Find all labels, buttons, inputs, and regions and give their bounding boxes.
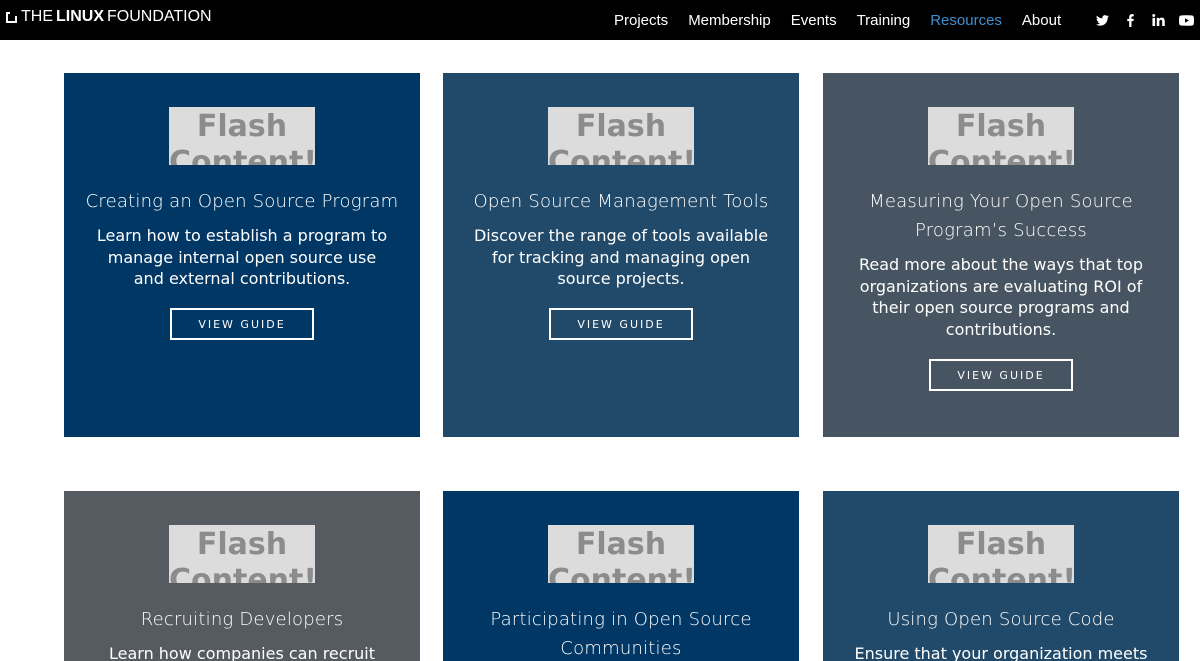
nav-item-projects[interactable]: Projects (614, 12, 668, 29)
nav-item-resources[interactable]: Resources (930, 12, 1002, 29)
card-title: Creating an Open Source Program (85, 191, 399, 212)
top-navigation-bar: THE LINUX FOUNDATION Projects Membership… (0, 0, 1200, 40)
card-title: Recruiting Developers (140, 609, 344, 630)
linux-foundation-logo[interactable]: THE LINUX FOUNDATION (6, 8, 212, 26)
card-description: Learn how to establish a program to mana… (96, 226, 388, 288)
nav-item-about[interactable]: About (1022, 12, 1061, 29)
guide-card-recruiting-developers: Flash Content! Recruiting Developers Lea… (64, 491, 420, 661)
guide-card-using-open-source-code: Flash Content! Using Open Source Code En… (823, 491, 1179, 661)
logo-mark-icon (6, 10, 19, 23)
flash-content-placeholder: Flash Content! (548, 525, 694, 583)
main-nav: Projects Membership Events Training Reso… (604, 0, 1071, 40)
flash-content-placeholder: Flash Content! (928, 525, 1074, 583)
flash-content-placeholder: Flash Content! (548, 107, 694, 165)
flash-content-placeholder: Flash Content! (169, 525, 315, 583)
guide-card-measuring-success: Flash Content! Measuring Your Open Sourc… (823, 73, 1179, 437)
view-guide-button[interactable]: VIEW GUIDE (549, 308, 693, 340)
card-description: Learn how companies can recruit (108, 644, 376, 661)
card-title: Participating in Open Source Communities (490, 609, 752, 659)
social-links (1094, 0, 1200, 40)
nav-item-membership[interactable]: Membership (688, 12, 771, 29)
guide-card-management-tools: Flash Content! Open Source Management To… (443, 73, 799, 437)
twitter-icon[interactable] (1094, 12, 1110, 28)
nav-item-events[interactable]: Events (791, 12, 837, 29)
view-guide-button[interactable]: VIEW GUIDE (170, 308, 314, 340)
flash-content-placeholder: Flash Content! (928, 107, 1074, 165)
youtube-icon[interactable] (1178, 12, 1194, 28)
card-title: Using Open Source Code (887, 609, 1115, 630)
guide-card-creating-program: Flash Content! Creating an Open Source P… (64, 73, 420, 437)
logo-the: THE (21, 8, 53, 25)
facebook-icon[interactable] (1122, 12, 1138, 28)
guide-card-participating-communities: Flash Content! Participating in Open Sou… (443, 491, 799, 661)
logo-foundation: FOUNDATION (107, 8, 212, 25)
card-description: Read more about the ways that top organi… (859, 255, 1143, 339)
view-guide-button[interactable]: VIEW GUIDE (929, 359, 1073, 391)
flash-content-placeholder: Flash Content! (169, 107, 315, 165)
card-title: Measuring Your Open Source Program’s Suc… (869, 191, 1133, 241)
logo-linux: LINUX (56, 8, 104, 25)
nav-item-training[interactable]: Training (857, 12, 911, 29)
card-title: Open Source Management Tools (473, 191, 769, 212)
card-description: Ensure that your organization meets its (854, 644, 1148, 661)
card-description: Discover the range of tools available fo… (473, 226, 769, 288)
linkedin-icon[interactable] (1150, 12, 1166, 28)
